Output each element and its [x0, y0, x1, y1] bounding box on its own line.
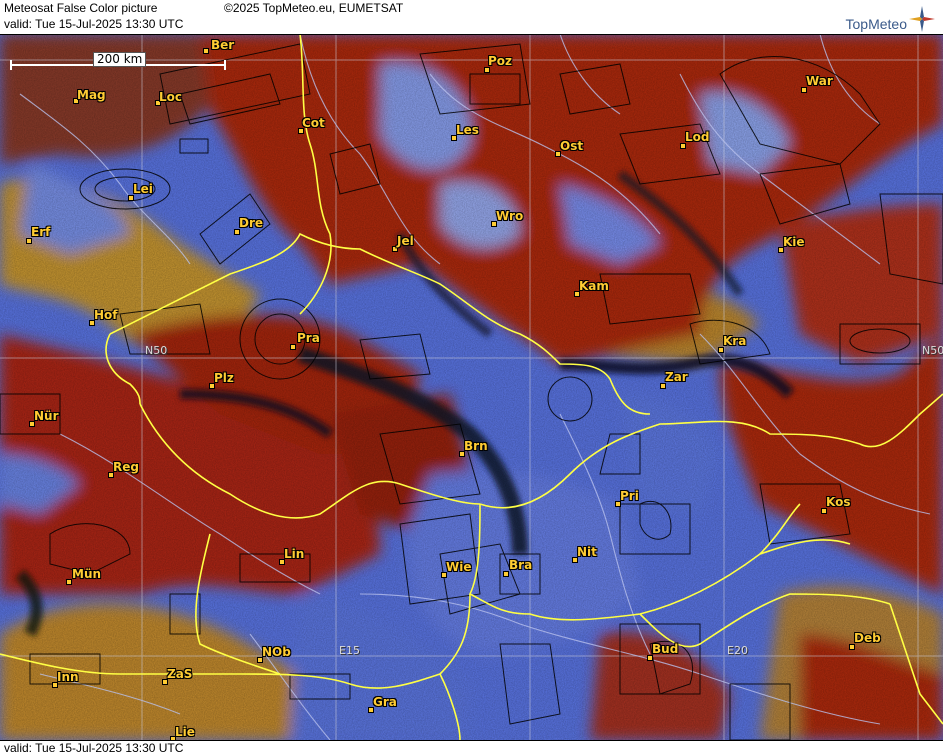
city-label-zar[interactable]: Zar [665, 370, 688, 384]
copyright-text: ©2025 TopMeteo.eu, EUMETSAT [224, 1, 404, 15]
city-label-bud[interactable]: Bud [652, 642, 678, 656]
city-label-hof[interactable]: Hof [94, 308, 118, 322]
city-label-lod[interactable]: Lod [685, 130, 709, 144]
satellite-imagery [0, 34, 943, 740]
city-marker [203, 48, 209, 54]
header-bar: Meteosat False Color picture ©2025 TopMe… [0, 0, 943, 35]
city-label-wie[interactable]: Wie [446, 560, 472, 574]
city-label-loc[interactable]: Loc [159, 90, 182, 104]
city-label-lie[interactable]: Lie [175, 725, 195, 739]
city-label-kra[interactable]: Kra [723, 334, 746, 348]
product-title: Meteosat False Color picture [4, 1, 158, 15]
grid-label-e20: E20 [727, 644, 748, 657]
grid-label-n50-left: N50 [145, 344, 168, 357]
grid-label-n50-right: N50 [922, 344, 943, 357]
city-label-pra[interactable]: Pra [297, 331, 320, 345]
city-label-cot[interactable]: Cot [302, 116, 325, 130]
brand-name: TopMeteo [845, 16, 907, 32]
city-label-kos[interactable]: Kos [826, 495, 850, 509]
city-label-mun[interactable]: Mün [72, 567, 101, 581]
scale-label: 200 km [93, 52, 147, 67]
footer-valid-time: valid: Tue 15-Jul-2025 13:30 UTC [4, 741, 184, 754]
grid-label-e15: E15 [339, 644, 360, 657]
city-label-lin[interactable]: Lin [284, 547, 304, 561]
city-label-kam[interactable]: Kam [579, 279, 609, 293]
city-label-mag[interactable]: Mag [77, 88, 106, 102]
footer-bar: valid: Tue 15-Jul-2025 13:30 UTC [0, 740, 943, 754]
city-label-gra[interactable]: Gra [373, 695, 397, 709]
city-label-ber[interactable]: Ber [211, 38, 234, 52]
city-label-erf[interactable]: Erf [31, 225, 50, 239]
city-label-nit[interactable]: Nit [577, 545, 597, 559]
map-frame: Meteosat False Color picture ©2025 TopMe… [0, 0, 943, 754]
city-label-dre[interactable]: Dre [239, 216, 263, 230]
city-label-pri[interactable]: Pri [620, 489, 639, 503]
city-label-zas[interactable]: ZaS [167, 667, 192, 681]
city-marker [290, 344, 296, 350]
city-label-jel[interactable]: Jel [397, 234, 414, 248]
city-label-bra[interactable]: Bra [509, 558, 532, 572]
city-label-nob[interactable]: NOb [262, 645, 291, 659]
compass-star-icon [909, 6, 935, 32]
city-label-deb[interactable]: Deb [854, 631, 881, 645]
city-label-ost[interactable]: Ost [560, 139, 583, 153]
city-label-brn[interactable]: Brn [464, 439, 488, 453]
satellite-map[interactable]: N50 N50 E15 E20 200 km Ber Mag Loc Cot P… [0, 34, 943, 740]
brand-logo: TopMeteo [846, 4, 935, 32]
city-label-kie[interactable]: Kie [783, 235, 805, 249]
valid-time: valid: Tue 15-Jul-2025 13:30 UTC [4, 17, 184, 31]
city-label-reg[interactable]: Reg [113, 460, 139, 474]
city-label-wro[interactable]: Wro [496, 209, 523, 223]
city-label-nur[interactable]: Nür [34, 409, 59, 423]
city-label-poz[interactable]: Poz [488, 54, 512, 68]
city-label-plz[interactable]: Plz [214, 371, 234, 385]
city-label-lei[interactable]: Lei [133, 182, 153, 196]
city-label-inn[interactable]: Inn [57, 670, 79, 684]
city-label-war[interactable]: War [806, 74, 833, 88]
city-label-les[interactable]: Les [456, 123, 479, 137]
